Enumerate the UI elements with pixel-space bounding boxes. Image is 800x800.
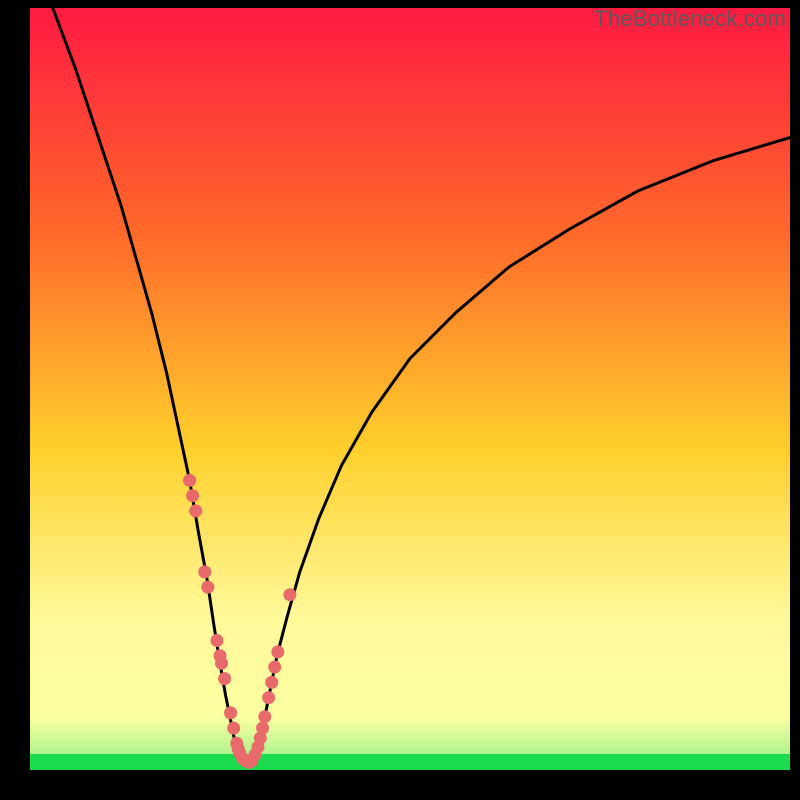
- marker-right-markers: [256, 722, 269, 735]
- marker-right-markers: [283, 588, 296, 601]
- marker-left-markers: [201, 581, 214, 594]
- plot-background-gradient: [30, 8, 790, 770]
- marker-right-markers: [268, 661, 281, 674]
- marker-left-markers: [211, 634, 224, 647]
- marker-right-markers: [271, 645, 284, 658]
- chart-svg: [30, 8, 790, 770]
- marker-right-markers: [265, 676, 278, 689]
- marker-left-markers: [186, 489, 199, 502]
- curve-left-curve: [53, 8, 239, 760]
- marker-left-markers: [227, 722, 240, 735]
- chart-container: TheBottleneck.com: [0, 0, 800, 800]
- marker-left-markers: [215, 657, 228, 670]
- marker-right-markers: [262, 691, 275, 704]
- marker-left-markers: [198, 565, 211, 578]
- watermark-label: TheBottleneck.com: [594, 6, 786, 32]
- marker-left-markers: [183, 474, 196, 487]
- curve-right-curve: [254, 138, 790, 761]
- marker-left-markers: [189, 504, 202, 517]
- marker-right-markers: [258, 710, 271, 723]
- marker-left-markers: [224, 706, 237, 719]
- marker-left-markers: [218, 672, 231, 685]
